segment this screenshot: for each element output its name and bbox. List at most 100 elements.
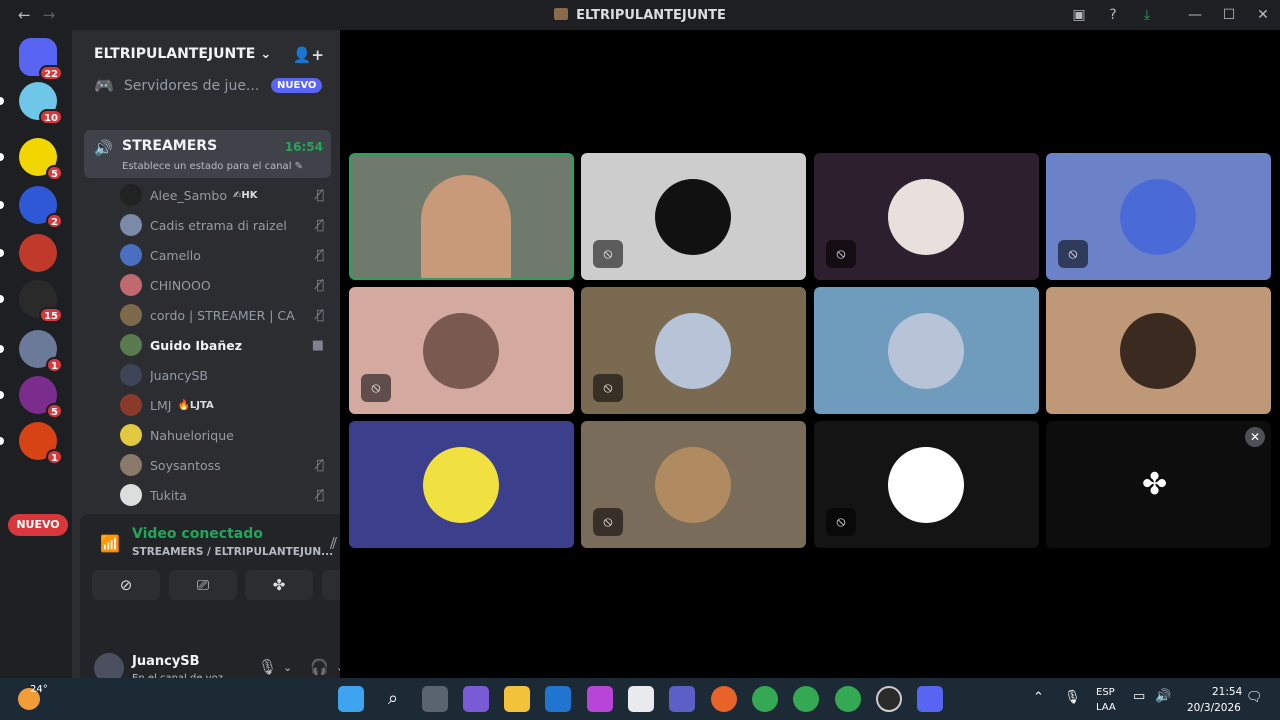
voice-member[interactable]: Soysantoss 🎙̸ bbox=[120, 452, 330, 478]
member-name: Camello bbox=[150, 247, 201, 263]
add-user-icon[interactable]: 👤+ bbox=[293, 46, 324, 64]
voice-member[interactable]: Tukita 🎙̸ bbox=[120, 482, 330, 508]
title-bar: ← → ELTRIPULANTEJUNTE ▣ ? ⤓ — ☐ ✕ bbox=[0, 0, 1280, 30]
guild-server-zona-chilena[interactable]: 5 bbox=[19, 376, 63, 419]
guild-server-red-logo[interactable]: 1 bbox=[19, 422, 63, 465]
muted-mic-icon: ⦸ bbox=[593, 508, 623, 536]
gamepad-icon: 🎮 bbox=[94, 76, 114, 95]
obs-icon[interactable] bbox=[876, 686, 902, 712]
guild-server-dark[interactable]: 15 bbox=[19, 280, 63, 323]
close-icon[interactable]: ✕ bbox=[1245, 427, 1265, 447]
chrome-icon[interactable] bbox=[793, 686, 819, 712]
voice-channel-streamers[interactable]: 🔊 STREAMERS 16:54 Establece un estado pa… bbox=[84, 130, 331, 178]
chrome-icon[interactable] bbox=[835, 686, 861, 712]
participant-tile[interactable]: ⦸ bbox=[814, 421, 1039, 548]
signal-icon[interactable]: 📶 bbox=[100, 534, 120, 553]
username[interactable]: JuancySB bbox=[132, 654, 200, 669]
member-tag: ✍HK bbox=[233, 189, 258, 201]
voice-member[interactable]: Camello 🎙̸ bbox=[120, 242, 330, 268]
server-name: ELTRIPULANTEJUNTE bbox=[94, 46, 256, 62]
app-icon[interactable] bbox=[711, 686, 737, 712]
chevron-down-icon[interactable]: ⌄ bbox=[283, 661, 292, 674]
download-icon[interactable]: ⤓ bbox=[1130, 7, 1164, 23]
guild-server-tripulantejunte[interactable] bbox=[19, 234, 57, 272]
guild-server-yellow-ring[interactable]: 5 bbox=[19, 138, 63, 181]
activity-tile[interactable]: ✤ ✕ bbox=[1046, 421, 1271, 548]
voice-member[interactable]: Cadis etrama di raizel 🎙̸ bbox=[120, 212, 330, 238]
teams-icon[interactable] bbox=[669, 686, 695, 712]
new-servers-pill[interactable]: NUEVO bbox=[8, 514, 68, 536]
participant-tile[interactable]: ⦸ bbox=[581, 421, 806, 548]
task-view-icon[interactable] bbox=[422, 686, 448, 712]
language-layout[interactable]: LAA bbox=[1096, 702, 1116, 713]
m365-icon[interactable] bbox=[587, 686, 613, 712]
language-code[interactable]: ESP bbox=[1096, 687, 1115, 698]
voice-member[interactable]: Alee_Sambo ✍HK 🎙̸ bbox=[120, 182, 330, 208]
muted-mic-icon: 🎙̸ bbox=[316, 457, 324, 473]
voice-member[interactable]: Nahuelorique bbox=[120, 422, 330, 448]
voice-member[interactable]: CHINOOO 🎙̸ bbox=[120, 272, 330, 298]
screen-share-button[interactable]: ⎚ bbox=[169, 570, 237, 600]
participant-tile[interactable]: ⦸ bbox=[581, 287, 806, 414]
participant-tile[interactable] bbox=[349, 421, 574, 548]
clock-date[interactable]: 20/3/2026 bbox=[1187, 702, 1241, 714]
avatar bbox=[120, 454, 142, 476]
minimize-button[interactable]: — bbox=[1178, 7, 1212, 23]
network-icon[interactable]: ▭ bbox=[1133, 689, 1145, 704]
new-badge: NUEVO bbox=[271, 78, 323, 93]
microphone-icon[interactable]: 🎙 bbox=[1064, 690, 1081, 705]
participant-tile[interactable] bbox=[814, 287, 1039, 414]
channel-category[interactable]: 🎮 Servidores de jue... bbox=[94, 76, 259, 95]
activities-button[interactable]: ✤ bbox=[245, 570, 313, 600]
participant-tile[interactable] bbox=[1046, 287, 1271, 414]
clock-time[interactable]: 21:54 bbox=[1212, 686, 1242, 698]
search-icon[interactable]: ⌕ bbox=[380, 686, 406, 712]
participant-tile[interactable]: ⦸ bbox=[581, 153, 806, 280]
discord-icon[interactable] bbox=[917, 686, 943, 712]
start-icon[interactable] bbox=[338, 686, 364, 712]
video-stream-tile[interactable] bbox=[349, 153, 574, 280]
server-header[interactable]: ELTRIPULANTEJUNTE ⌄ 👤+ bbox=[72, 30, 340, 78]
avatar bbox=[120, 244, 142, 266]
muted-mic-icon: 🎙̸ bbox=[316, 217, 324, 233]
guild-server-blue-face[interactable]: 10 bbox=[19, 82, 63, 125]
voice-member[interactable]: cordo | STREAMER | CA... 🎙̸ bbox=[120, 302, 330, 328]
participant-tile[interactable]: ⦸ bbox=[814, 153, 1039, 280]
microphone-icon[interactable]: 🎙 bbox=[258, 658, 277, 676]
connection-location[interactable]: STREAMERS / ELTRIPULANTEJUN... bbox=[132, 546, 333, 558]
camera-button[interactable]: ⊘ bbox=[92, 570, 160, 600]
voice-member[interactable]: JuancySB bbox=[120, 362, 330, 388]
voice-member[interactable]: Guido Ibañez ■ bbox=[120, 332, 330, 358]
guild-server-star[interactable]: 2 bbox=[19, 186, 63, 229]
chevron-up-icon[interactable]: ⌃ bbox=[1033, 690, 1044, 705]
store-icon[interactable] bbox=[628, 686, 654, 712]
channel-status-hint[interactable]: Establece un estado para el canal ✎ bbox=[122, 161, 303, 172]
unread-pill bbox=[0, 97, 4, 105]
close-button[interactable]: ✕ bbox=[1246, 7, 1280, 23]
connection-status[interactable]: Video conectado bbox=[132, 526, 263, 542]
voice-member[interactable]: LMJ 🔥LJTA bbox=[120, 392, 330, 418]
copilot-icon[interactable] bbox=[463, 686, 489, 712]
file-explorer-icon[interactable] bbox=[504, 686, 530, 712]
volume-icon[interactable]: 🔊 bbox=[1155, 689, 1171, 704]
chrome-icon[interactable] bbox=[752, 686, 778, 712]
chevron-down-icon: ⌄ bbox=[260, 46, 272, 62]
guild-server-gamer[interactable]: 1 bbox=[19, 330, 63, 373]
camera-off-icon: ⊘ bbox=[119, 576, 133, 594]
member-name: Cadis etrama di raizel bbox=[150, 217, 287, 233]
category-label: Servidores de jue... bbox=[123, 77, 260, 94]
guild-direct-messages[interactable]: 22 bbox=[19, 38, 63, 81]
avatar bbox=[888, 313, 964, 389]
headphones-icon[interactable]: 🎧 bbox=[310, 658, 329, 676]
taskbar: 24° ⌕ ⌃ 🎙 ESP LAA ▭ 🔊 21:54 20/3/2026 🗨 bbox=[0, 678, 1280, 720]
inbox-icon[interactable]: ▣ bbox=[1062, 7, 1096, 23]
participant-tile[interactable]: ⦸ bbox=[1046, 153, 1271, 280]
notification-icon[interactable]: 🗨 bbox=[1246, 690, 1263, 705]
participant-tile[interactable]: ⦸ bbox=[349, 287, 574, 414]
help-icon[interactable]: ? bbox=[1096, 7, 1130, 23]
mention-badge: 5 bbox=[46, 165, 63, 181]
noise-suppression-icon[interactable]: ⫽ bbox=[330, 534, 337, 554]
activities-icon: ✤ bbox=[272, 576, 286, 594]
outlook-icon[interactable] bbox=[545, 686, 571, 712]
maximize-button[interactable]: ☐ bbox=[1212, 7, 1246, 23]
